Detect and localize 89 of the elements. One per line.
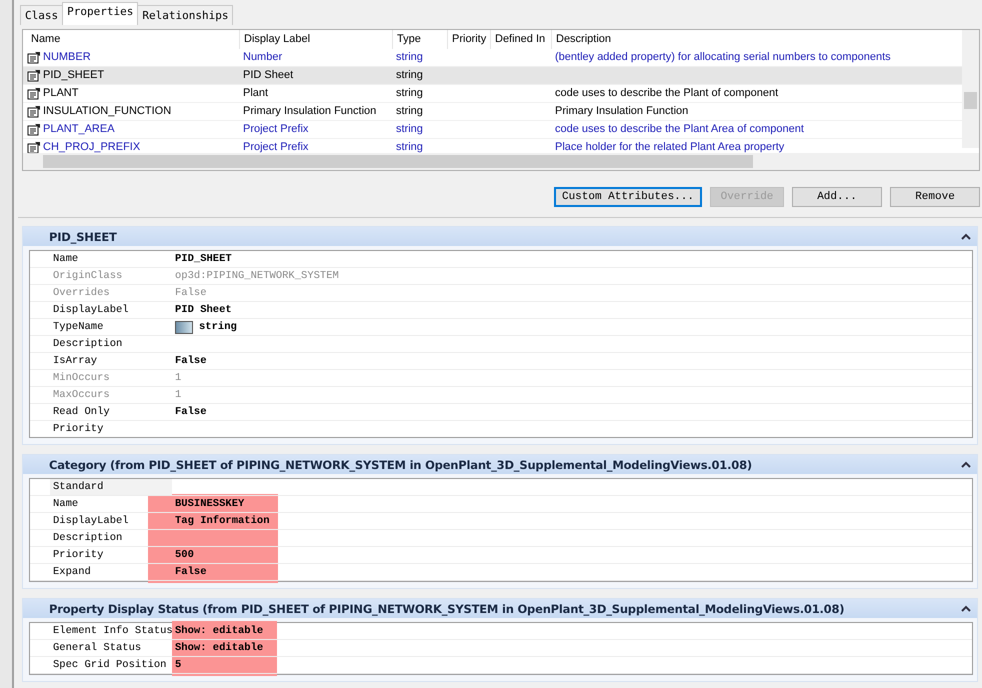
field-label: Element Info Status — [52, 624, 172, 639]
column-header[interactable]: Priority — [447, 30, 490, 49]
description-cell-text: Place holder for the related Plant Area property — [554, 140, 786, 155]
type-cell-text: string — [395, 140, 424, 155]
field-label: Standard — [50, 479, 172, 495]
property-name: PID_SHEET — [42, 68, 104, 83]
display-label: Number — [242, 50, 284, 65]
vertical-scrollbar[interactable] — [962, 30, 979, 148]
display-label: Plant — [242, 86, 270, 101]
field-value[interactable]: False — [175, 404, 207, 420]
description-cell-text: Primary Insulation Function — [554, 104, 690, 119]
field-label: DisplayLabel — [52, 303, 130, 318]
field-label: Description — [52, 337, 124, 352]
action-button[interactable]: Add... — [792, 187, 882, 207]
section-title: Category (from PID_SHEET of PIPING_NETWORK_SYSTEM in OpenPlant_3D_Supplemental_ModelingViews.01.08) — [49, 458, 752, 472]
field-label: Read Only — [52, 405, 111, 420]
property-icon — [27, 69, 41, 82]
horizontal-scrollbar[interactable] — [23, 153, 979, 170]
field-label: Expand — [52, 565, 92, 580]
description-cell-text: (bentley added property) for allocating serial numbers to components — [554, 50, 892, 65]
column-header[interactable]: Display Label — [239, 30, 392, 49]
column-header[interactable]: Defined In — [490, 30, 551, 49]
type-cell-text: string — [395, 86, 424, 101]
section-title: PID_SHEET — [49, 230, 117, 244]
field-label: Overrides — [52, 286, 111, 301]
field-value[interactable]: BUSINESSKEY — [175, 496, 244, 512]
field-label: Name — [52, 497, 80, 512]
field-label: Spec Grid Position — [52, 658, 168, 673]
display-label: Primary Insulation Function — [242, 104, 378, 119]
property-row[interactable]: PID_SHEET PID Sheet string — [23, 67, 962, 85]
property-name: NUMBER — [42, 50, 91, 65]
field-value[interactable]: 500 — [175, 547, 194, 563]
tab[interactable]: Relationships — [137, 5, 234, 25]
field-label: General Status — [52, 641, 142, 656]
type-cell-text: string — [395, 50, 424, 65]
tab[interactable]: Properties — [62, 2, 138, 25]
action-button[interactable]: Remove — [890, 187, 980, 207]
action-button[interactable]: Custom Attributes... — [554, 187, 702, 207]
type-icon — [175, 320, 193, 334]
field-label: IsArray — [52, 354, 98, 369]
property-row[interactable]: INSULATION_FUNCTION Primary Insulation Function string Primary Insulation Function — [23, 103, 962, 121]
display-label: Project Prefix — [242, 140, 310, 155]
description-cell-text: code uses to describe the Plant of component — [554, 86, 780, 101]
display-label: PID Sheet — [242, 68, 294, 83]
column-header[interactable]: Type — [392, 30, 447, 49]
collapse-icon[interactable] — [961, 233, 971, 240]
property-name: PLANT_AREA — [42, 122, 115, 137]
collapse-icon[interactable] — [961, 605, 971, 612]
field-label: OriginClass — [52, 269, 124, 284]
section-header[interactable]: Category (from PID_SHEET of PIPING_NETWORK_SYSTEM in OpenPlant_3D_Supplemental_ModelingViews.01.08) — [23, 455, 977, 474]
field-value[interactable]: False — [175, 564, 207, 580]
property-name: PLANT — [42, 86, 78, 101]
type-cell-text: string — [395, 122, 424, 137]
section-header[interactable]: PID_SHEET — [23, 227, 977, 246]
field-label: MaxOccurs — [52, 388, 111, 403]
field-label: MinOccurs — [52, 371, 111, 386]
property-icon — [27, 87, 41, 100]
field-value[interactable]: string — [199, 319, 237, 335]
field-label: Name — [52, 252, 80, 267]
display-label: Project Prefix — [242, 122, 310, 137]
section-header[interactable]: Property Display Status (from PID_SHEET of PIPING_NETWORK_SYSTEM in OpenPlant_3D_Supplemental_ModelingViews.01.08) — [23, 599, 977, 618]
column-header[interactable]: Name — [27, 30, 239, 49]
property-icon — [27, 105, 41, 118]
tab[interactable]: Class — [20, 5, 64, 25]
section-title: Property Display Status (from PID_SHEET of PIPING_NETWORK_SYSTEM in OpenPlant_3D_Supplemental_ModelingViews.01.08) — [49, 602, 844, 616]
field-value[interactable]: Show: editable — [175, 623, 264, 639]
property-name: INSULATION_FUNCTION — [42, 104, 172, 119]
collapse-icon[interactable] — [961, 461, 971, 468]
property-name: CH_PROJ_PREFIX — [42, 140, 140, 155]
field-value[interactable]: Tag Information — [175, 513, 270, 529]
property-row[interactable]: PLANT Plant string code uses to describe the Plant of component — [23, 85, 962, 103]
field-value[interactable]: PID_SHEET — [175, 251, 232, 267]
field-value[interactable]: False — [175, 353, 207, 369]
property-icon — [27, 123, 41, 136]
type-cell-text: string — [395, 68, 424, 83]
type-cell-text: string — [395, 104, 424, 119]
description-cell-text: code uses to describe the Plant Area of component — [554, 122, 805, 137]
field-label: Priority — [52, 422, 104, 437]
property-icon — [27, 51, 41, 64]
field-label: DisplayLabel — [52, 514, 130, 529]
field-label: Description — [52, 531, 124, 546]
field-label: Priority — [52, 548, 104, 563]
field-value[interactable]: PID Sheet — [175, 302, 232, 318]
property-icon — [27, 141, 41, 154]
field-value[interactable]: 5 — [175, 657, 182, 673]
property-row[interactable]: PLANT_AREA Project Prefix string code uses to describe the Plant Area of component — [23, 121, 962, 139]
field-value[interactable]: Show: editable — [175, 640, 264, 656]
field-label: TypeName — [52, 320, 104, 335]
column-header[interactable]: Description — [551, 30, 951, 49]
